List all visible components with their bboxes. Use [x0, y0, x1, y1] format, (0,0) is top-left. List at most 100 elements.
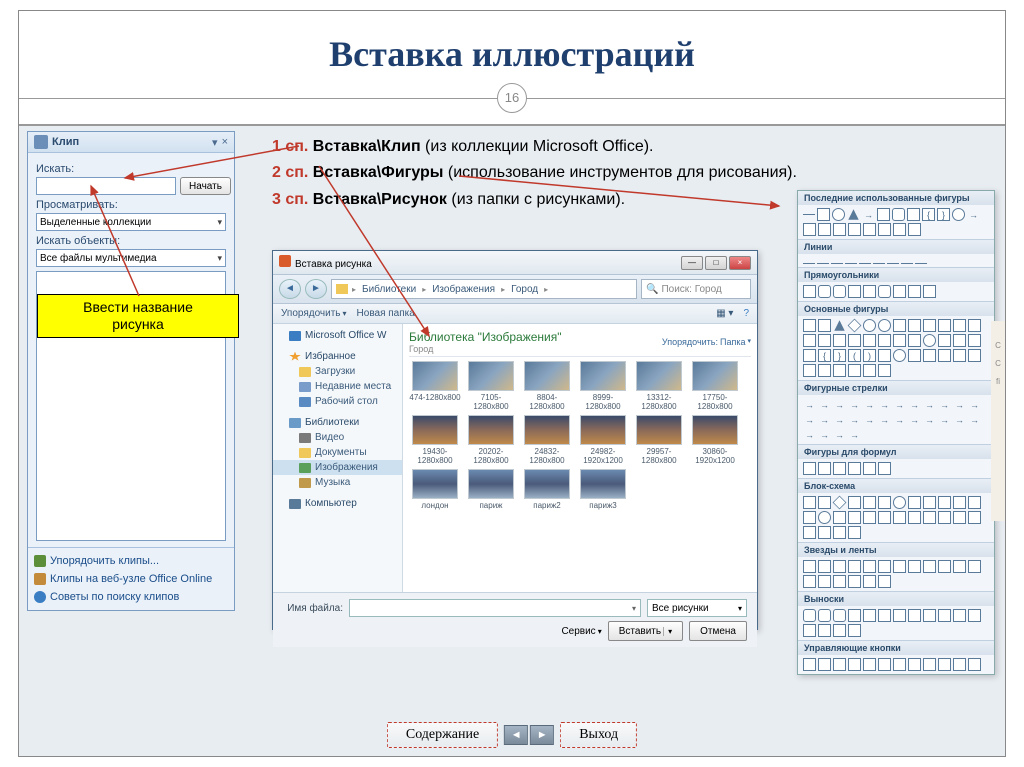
shape-item[interactable] [893, 349, 906, 362]
shape-item[interactable] [878, 223, 891, 236]
file-thumbnail[interactable]: 17750-1280x800 [689, 361, 741, 411]
shape-item[interactable] [878, 658, 891, 671]
shape-item[interactable] [923, 496, 936, 509]
shape-item[interactable] [818, 560, 831, 573]
shape-item[interactable] [878, 364, 891, 377]
shape-item[interactable] [803, 462, 816, 475]
search-start-button[interactable]: Начать [180, 177, 231, 195]
file-thumbnail[interactable]: 8804-1280x800 [521, 361, 573, 411]
shape-item[interactable] [878, 398, 891, 411]
shape-item[interactable] [817, 263, 829, 264]
shape-item[interactable] [893, 398, 906, 411]
shape-item[interactable] [968, 349, 981, 362]
shape-item[interactable] [938, 319, 951, 332]
shape-item[interactable] [833, 496, 847, 510]
shape-item[interactable] [848, 624, 861, 637]
shape-item[interactable] [803, 624, 816, 637]
shape-item[interactable] [938, 413, 951, 426]
shape-item[interactable] [859, 263, 871, 264]
shape-item[interactable] [848, 398, 861, 411]
shape-item[interactable] [833, 428, 846, 441]
shape-item[interactable] [818, 428, 831, 441]
shape-item[interactable] [818, 496, 831, 509]
shape-item[interactable] [908, 496, 921, 509]
shape-item[interactable] [803, 609, 816, 622]
filetype-select[interactable]: Все рисунки▾ [647, 599, 747, 617]
shape-item[interactable] [968, 319, 981, 332]
shape-item[interactable] [953, 511, 966, 524]
shape-item[interactable] [967, 208, 980, 221]
shape-item[interactable] [923, 560, 936, 573]
shape-item[interactable] [847, 208, 860, 221]
file-thumbnail[interactable]: 30860-1920x1200 [689, 415, 741, 465]
shape-item[interactable] [863, 285, 876, 298]
shape-item[interactable] [968, 560, 981, 573]
shape-item[interactable] [968, 511, 981, 524]
shape-item[interactable] [848, 609, 861, 622]
office-online-clips-link[interactable]: Клипы на веб-узле Office Online [34, 570, 228, 588]
type-select[interactable]: Все файлы мультимедиа▾ [36, 249, 226, 267]
shape-item[interactable] [892, 208, 905, 221]
shape-item[interactable] [833, 319, 846, 332]
shape-item[interactable] [878, 319, 891, 332]
close-button[interactable]: × [729, 256, 751, 270]
side-libraries[interactable]: Библиотеки [273, 415, 402, 430]
shape-item[interactable] [938, 496, 951, 509]
shape-item[interactable] [893, 658, 906, 671]
file-thumbnail[interactable]: 474-1280x800 [409, 361, 461, 411]
shape-item[interactable] [938, 334, 951, 347]
shape-item[interactable] [887, 263, 899, 264]
file-thumbnail[interactable]: 20202-1280x800 [465, 415, 517, 465]
search-input[interactable] [36, 177, 176, 195]
shape-item[interactable] [878, 349, 891, 362]
shape-item[interactable] [908, 319, 921, 332]
shape-item[interactable] [818, 364, 831, 377]
shape-item[interactable] [803, 560, 816, 573]
shape-item[interactable] [893, 560, 906, 573]
file-thumbnail[interactable]: 19430-1280x800 [409, 415, 461, 465]
shape-item[interactable] [878, 575, 891, 588]
minimize-button[interactable]: — [681, 256, 703, 270]
side-computer[interactable]: Компьютер [273, 496, 402, 511]
shape-item[interactable] [848, 462, 861, 475]
exit-button[interactable]: Выход [560, 722, 637, 748]
shape-item[interactable] [908, 398, 921, 411]
shape-item[interactable] [803, 214, 815, 215]
shape-item[interactable] [818, 398, 831, 411]
address-bar[interactable]: ▸Библиотеки ▸Изображения ▸Город ▸ [331, 279, 637, 299]
shape-item[interactable] [863, 364, 876, 377]
shape-item[interactable] [818, 285, 831, 298]
file-thumbnail[interactable]: париж2 [521, 469, 573, 510]
shape-item[interactable] [818, 575, 831, 588]
shape-item[interactable] [832, 208, 845, 221]
shape-item[interactable] [908, 511, 921, 524]
shape-item[interactable] [833, 658, 846, 671]
shape-item[interactable] [818, 526, 831, 539]
cancel-button[interactable]: Отмена [689, 621, 747, 641]
shape-item[interactable] [863, 560, 876, 573]
shape-item[interactable] [803, 319, 816, 332]
shape-item[interactable] [818, 319, 831, 332]
shape-item[interactable] [818, 223, 831, 236]
shape-item[interactable] [968, 413, 981, 426]
forward-button[interactable]: ► [305, 279, 327, 299]
shape-item[interactable] [831, 263, 843, 264]
shape-item[interactable] [893, 511, 906, 524]
shape-item[interactable] [818, 658, 831, 671]
shape-item[interactable] [908, 285, 921, 298]
shape-item[interactable] [863, 609, 876, 622]
shape-item[interactable] [833, 624, 846, 637]
shape-item[interactable] [863, 575, 876, 588]
shape-item[interactable] [863, 462, 876, 475]
pane-close-icon[interactable]: × [222, 136, 228, 149]
shape-item[interactable] [833, 560, 846, 573]
shape-item[interactable] [848, 364, 861, 377]
shape-item[interactable] [803, 496, 816, 509]
file-thumbnail[interactable]: лондон [409, 469, 461, 510]
shape-item[interactable] [878, 609, 891, 622]
shape-item[interactable] [818, 511, 831, 524]
shape-item[interactable] [908, 349, 921, 362]
shape-item[interactable] [953, 349, 966, 362]
filename-input[interactable]: ▾ [349, 599, 641, 617]
shape-item[interactable] [938, 658, 951, 671]
